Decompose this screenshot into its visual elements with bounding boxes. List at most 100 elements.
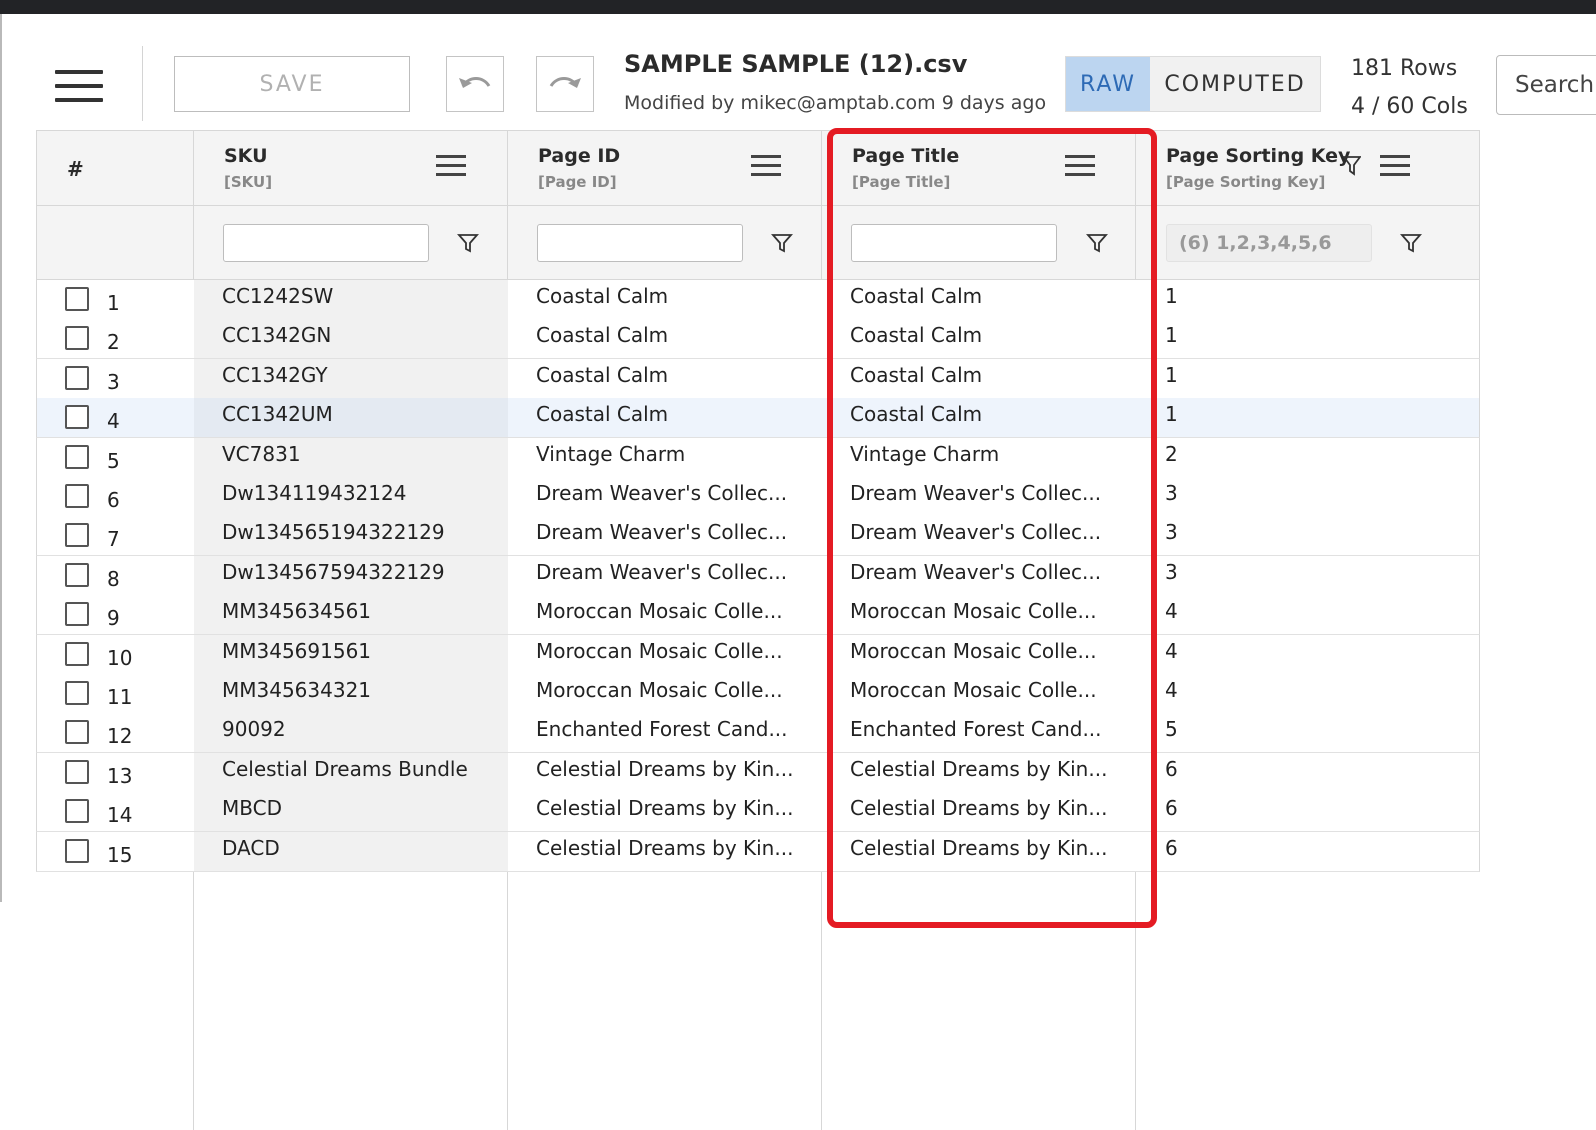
sku-cell[interactable]: MM345634321 bbox=[222, 678, 371, 702]
page-sorting-key-cell[interactable]: 5 bbox=[1165, 717, 1178, 741]
page-id-cell[interactable]: Moroccan Mosaic Colle... bbox=[536, 639, 783, 663]
row-checkbox[interactable] bbox=[65, 838, 89, 863]
row-checkbox[interactable] bbox=[65, 602, 89, 627]
column-menu-icon[interactable] bbox=[1065, 155, 1095, 177]
page-id-cell[interactable]: Coastal Calm bbox=[536, 363, 668, 387]
column-header-sku[interactable]: SKU [SKU] bbox=[194, 131, 508, 207]
filter-funnel-icon[interactable] bbox=[1086, 232, 1108, 254]
raw-view-button[interactable]: RAW bbox=[1066, 57, 1150, 111]
row-checkbox[interactable] bbox=[65, 405, 89, 430]
row-checkbox[interactable] bbox=[65, 799, 89, 824]
computed-view-button[interactable]: COMPUTED bbox=[1150, 57, 1320, 111]
page-title-cell[interactable]: Vintage Charm bbox=[850, 442, 999, 466]
table-row[interactable]: 14 MBCD Celestial Dreams by Kin... Celestia… bbox=[36, 792, 1480, 833]
row-checkbox[interactable] bbox=[65, 287, 89, 311]
table-row[interactable]: 2 CC1342GN Coastal Calm Coastal Calm 1 bbox=[36, 319, 1480, 360]
table-row[interactable]: 9 MM345634561 Moroccan Mosaic Colle... Moro… bbox=[36, 595, 1480, 636]
search-box[interactable]: Search bbox=[1496, 55, 1596, 115]
page-sorting-key-cell[interactable]: 1 bbox=[1165, 323, 1178, 347]
table-row[interactable]: 7 Dw134565194322129 Dream Weaver's Collec.… bbox=[36, 516, 1480, 557]
sku-cell[interactable]: 90092 bbox=[222, 717, 286, 741]
table-row[interactable]: 6 Dw134119432124 Dream Weaver's Collec... D… bbox=[36, 477, 1480, 517]
page-id-cell[interactable]: Coastal Calm bbox=[536, 284, 668, 308]
redo-button[interactable] bbox=[536, 56, 594, 112]
page-title-cell[interactable]: Coastal Calm bbox=[850, 402, 982, 426]
table-row[interactable]: 13 Celestial Dreams Bundle Celestial Dream… bbox=[36, 752, 1480, 793]
sku-cell[interactable]: CC1342UM bbox=[222, 402, 333, 426]
page-sorting-key-cell[interactable]: 6 bbox=[1165, 796, 1178, 820]
column-menu-icon[interactable] bbox=[751, 155, 781, 177]
page-id-cell[interactable]: Celestial Dreams by Kin... bbox=[536, 757, 793, 781]
row-checkbox[interactable] bbox=[65, 365, 89, 390]
page-id-cell[interactable]: Moroccan Mosaic Colle... bbox=[536, 599, 783, 623]
sku-cell[interactable]: Dw134565194322129 bbox=[222, 520, 445, 544]
sku-cell[interactable]: MM345691561 bbox=[222, 639, 371, 663]
page-id-cell[interactable]: Coastal Calm bbox=[536, 323, 668, 347]
page-id-cell[interactable]: Dream Weaver's Collec... bbox=[536, 520, 787, 544]
sku-cell[interactable]: VC7831 bbox=[222, 442, 301, 466]
page-id-cell[interactable]: Celestial Dreams by Kin... bbox=[536, 796, 793, 820]
page-id-cell[interactable]: Celestial Dreams by Kin... bbox=[536, 836, 793, 860]
page-sorting-key-cell[interactable]: 3 bbox=[1165, 481, 1178, 505]
table-row[interactable]: 12 90092 Enchanted Forest Cand... Enchanted… bbox=[36, 713, 1480, 754]
page-title-cell[interactable]: Enchanted Forest Cand... bbox=[850, 717, 1102, 741]
page-sorting-key-cell[interactable]: 2 bbox=[1165, 442, 1178, 466]
page-title-cell[interactable]: Moroccan Mosaic Colle... bbox=[850, 599, 1097, 623]
page-id-cell[interactable]: Coastal Calm bbox=[536, 402, 668, 426]
sku-filter-input[interactable] bbox=[223, 224, 429, 262]
page-title-filter-input[interactable] bbox=[851, 224, 1057, 262]
page-sorting-key-filter-value[interactable]: (6) 1,2,3,4,5,6 bbox=[1166, 224, 1372, 262]
page-id-cell[interactable]: Moroccan Mosaic Colle... bbox=[536, 678, 783, 702]
row-checkbox[interactable] bbox=[65, 562, 89, 587]
page-title-cell[interactable]: Dream Weaver's Collec... bbox=[850, 520, 1101, 544]
undo-button[interactable] bbox=[446, 56, 504, 112]
table-row[interactable]: 15 DACD Celestial Dreams by Kin... Celestia… bbox=[36, 831, 1480, 872]
page-title-cell[interactable]: Coastal Calm bbox=[850, 284, 982, 308]
page-id-cell[interactable]: Dream Weaver's Collec... bbox=[536, 560, 787, 584]
page-title-cell[interactable]: Celestial Dreams by Kin... bbox=[850, 836, 1107, 860]
page-id-cell[interactable]: Vintage Charm bbox=[536, 442, 685, 466]
page-sorting-key-cell[interactable]: 6 bbox=[1165, 836, 1178, 860]
table-row[interactable]: 10 MM345691561 Moroccan Mosaic Colle... Mor… bbox=[36, 634, 1480, 675]
row-checkbox[interactable] bbox=[65, 523, 89, 548]
table-row[interactable]: 11 MM345634321 Moroccan Mosaic Colle... Mor… bbox=[36, 674, 1480, 714]
sku-cell[interactable]: Celestial Dreams Bundle bbox=[222, 757, 468, 781]
table-row[interactable]: 3 CC1342GY Coastal Calm Coastal Calm 1 bbox=[36, 358, 1480, 399]
page-title-cell[interactable]: Celestial Dreams by Kin... bbox=[850, 796, 1107, 820]
filter-active-icon[interactable] bbox=[1343, 155, 1361, 177]
page-title-cell[interactable]: Moroccan Mosaic Colle... bbox=[850, 678, 1097, 702]
sku-cell[interactable]: CC1342GY bbox=[222, 363, 328, 387]
page-title-cell[interactable]: Celestial Dreams by Kin... bbox=[850, 757, 1107, 781]
row-checkbox[interactable] bbox=[65, 484, 89, 508]
page-sorting-key-cell[interactable]: 1 bbox=[1165, 284, 1178, 308]
row-checkbox[interactable] bbox=[65, 720, 89, 745]
sku-cell[interactable]: Dw134567594322129 bbox=[222, 560, 445, 584]
column-menu-icon[interactable] bbox=[1380, 155, 1410, 177]
row-checkbox[interactable] bbox=[65, 326, 89, 351]
page-title-cell[interactable]: Coastal Calm bbox=[850, 363, 982, 387]
row-checkbox[interactable] bbox=[65, 641, 89, 666]
page-title-cell[interactable]: Moroccan Mosaic Colle... bbox=[850, 639, 1097, 663]
table-row[interactable]: 1 CC1242SW Coastal Calm Coastal Calm 1 bbox=[36, 280, 1480, 320]
page-id-cell[interactable]: Enchanted Forest Cand... bbox=[536, 717, 788, 741]
table-row[interactable]: 5 VC7831 Vintage Charm Vintage Charm 2 bbox=[36, 437, 1480, 478]
page-sorting-key-cell[interactable]: 4 bbox=[1165, 639, 1178, 663]
page-sorting-key-cell[interactable]: 3 bbox=[1165, 520, 1178, 544]
page-title-cell[interactable]: Coastal Calm bbox=[850, 323, 982, 347]
page-sorting-key-cell[interactable]: 3 bbox=[1165, 560, 1178, 584]
table-row[interactable]: 4 CC1342UM Coastal Calm Coastal Calm 1 bbox=[36, 398, 1480, 439]
page-sorting-key-cell[interactable]: 4 bbox=[1165, 678, 1178, 702]
row-checkbox[interactable] bbox=[65, 681, 89, 705]
sku-cell[interactable]: MM345634561 bbox=[222, 599, 371, 623]
page-id-cell[interactable]: Dream Weaver's Collec... bbox=[536, 481, 787, 505]
column-header-page-id[interactable]: Page ID [Page ID] bbox=[508, 131, 822, 207]
filter-funnel-icon[interactable] bbox=[771, 232, 793, 254]
page-title-cell[interactable]: Dream Weaver's Collec... bbox=[850, 481, 1101, 505]
page-sorting-key-cell[interactable]: 4 bbox=[1165, 599, 1178, 623]
row-checkbox[interactable] bbox=[65, 759, 89, 784]
sku-cell[interactable]: CC1342GN bbox=[222, 323, 331, 347]
page-sorting-key-cell[interactable]: 6 bbox=[1165, 757, 1178, 781]
row-checkbox[interactable] bbox=[65, 444, 89, 469]
hamburger-icon[interactable] bbox=[52, 66, 104, 106]
sku-cell[interactable]: DACD bbox=[222, 836, 280, 860]
